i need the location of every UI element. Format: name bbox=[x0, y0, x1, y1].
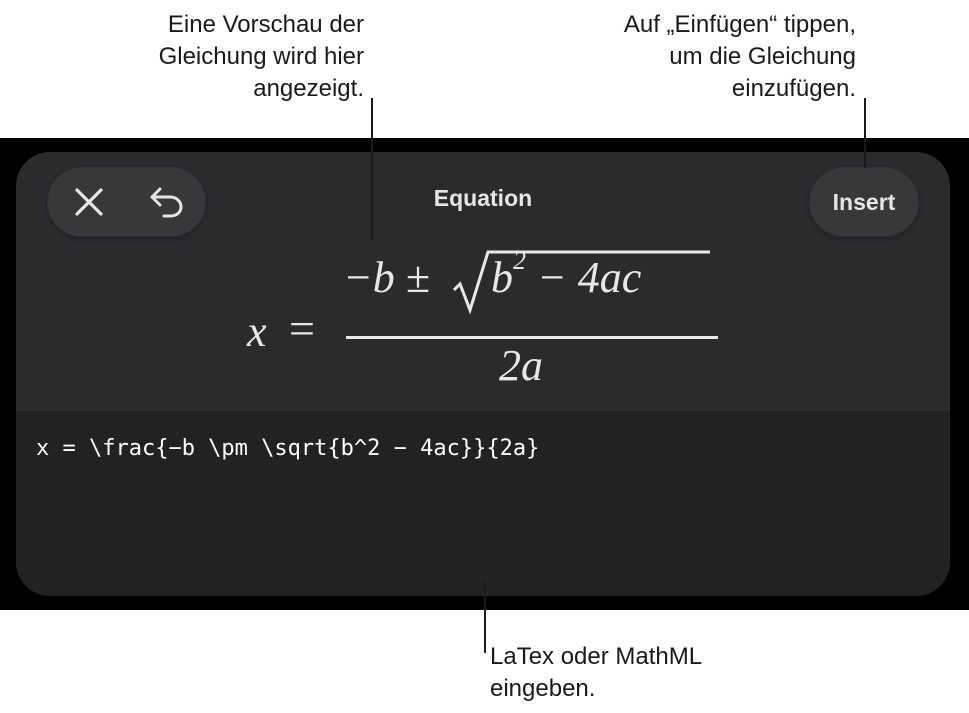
callout-insert-line: Auf „Einfügen“ tippen, bbox=[623, 11, 856, 38]
latex-input-area[interactable]: x = \frac{−b \pm \sqrt{b^2 − 4ac}}{2a} bbox=[16, 411, 950, 596]
fraction-bar bbox=[346, 336, 718, 339]
insert-button[interactable]: Insert bbox=[810, 168, 918, 236]
radicand-exponent: 2 bbox=[513, 246, 526, 275]
callout-input-line: eingeben. bbox=[490, 675, 596, 702]
leader-line-preview bbox=[371, 98, 373, 240]
callout-insert: Auf „Einfügen“ tippen, um die Gleichung … bbox=[624, 9, 856, 105]
radicand-rest: − 4ac bbox=[526, 253, 642, 302]
equation-lhs: x bbox=[247, 307, 267, 356]
equation-sheet: Equation Insert x = −b ± b2 − 4ac 2a x =… bbox=[16, 152, 950, 596]
leader-line-input bbox=[484, 581, 486, 653]
equation-equals: = bbox=[289, 303, 315, 354]
equation-preview: x = −b ± b2 − 4ac 2a bbox=[16, 244, 950, 404]
callout-preview-line: angezeigt. bbox=[253, 75, 364, 102]
equation-radicand: b2 − 4ac bbox=[491, 246, 642, 303]
latex-input[interactable]: x = \frac{−b \pm \sqrt{b^2 − 4ac}}{2a} bbox=[36, 436, 539, 461]
callout-input: LaTex oder MathML eingeben. bbox=[490, 641, 702, 705]
callout-input-line: LaTex oder MathML bbox=[490, 643, 703, 670]
callout-insert-line: um die Gleichung bbox=[669, 43, 856, 70]
callout-insert-line: einzufügen. bbox=[731, 75, 856, 102]
callout-preview-line: Eine Vorschau der bbox=[167, 11, 364, 38]
callout-preview: Eine Vorschau der Gleichung wird hier an… bbox=[159, 9, 364, 105]
callout-preview-line: Gleichung wird hier bbox=[158, 43, 364, 70]
leader-line-insert bbox=[864, 98, 866, 168]
radicand-base: b bbox=[491, 253, 513, 302]
equation-denominator: 2a bbox=[499, 341, 543, 390]
equation-numerator: −b ± bbox=[343, 253, 430, 302]
